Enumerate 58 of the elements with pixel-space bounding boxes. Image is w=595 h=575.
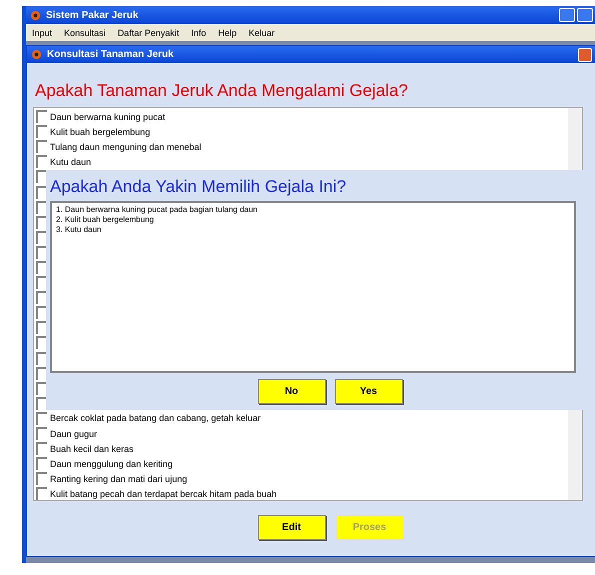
menu-item[interactable]: Daftar Penyakit bbox=[118, 28, 180, 38]
menu-item[interactable]: Info bbox=[191, 28, 206, 38]
checkbox[interactable] bbox=[36, 246, 47, 259]
checkbox[interactable] bbox=[36, 457, 47, 470]
dialog-button[interactable]: Yes bbox=[334, 379, 402, 404]
symptom-label: Bercak coklat pada batang dan cabang, getah keluar bbox=[50, 413, 261, 424]
checkbox[interactable] bbox=[36, 155, 47, 168]
checkbox[interactable] bbox=[36, 291, 47, 304]
symptom-label: Tulang daun menguning dan menebal bbox=[50, 142, 202, 152]
checkbox[interactable] bbox=[36, 260, 47, 274]
symptom-label: Kulit buah bergelembung bbox=[50, 126, 150, 137]
checkbox[interactable] bbox=[36, 366, 47, 380]
symptom-label: Daun menggulung dan keriting bbox=[50, 458, 173, 469]
minimize-button[interactable] bbox=[559, 8, 575, 22]
confirm-heading: Apakah Anda Yakin Memilih Gejala Ini? bbox=[49, 176, 348, 198]
app-icon bbox=[30, 10, 41, 20]
checkbox[interactable] bbox=[36, 200, 47, 214]
checkbox[interactable] bbox=[36, 412, 47, 425]
checkbox[interactable] bbox=[36, 186, 47, 199]
window-title: Sistem Pakar Jeruk bbox=[46, 10, 138, 20]
question-heading: Apakah Tanaman Jeruk Anda Mengalami Gejala? bbox=[34, 80, 409, 102]
checkbox[interactable] bbox=[36, 472, 47, 486]
menu-item[interactable]: Help bbox=[218, 28, 237, 38]
text-line: 3. Kutu daun bbox=[56, 225, 102, 235]
app-icon bbox=[31, 49, 42, 60]
checkbox[interactable] bbox=[36, 352, 47, 365]
checkbox[interactable] bbox=[36, 140, 47, 154]
checkbox[interactable] bbox=[36, 125, 47, 138]
menu-item[interactable]: Konsultasi bbox=[64, 28, 106, 38]
window-title: Konsultasi Tanaman Jeruk bbox=[47, 49, 174, 60]
dialog-button[interactable]: No bbox=[258, 379, 326, 404]
checkbox[interactable] bbox=[36, 442, 47, 456]
menu-item[interactable]: Input bbox=[32, 28, 52, 38]
checkbox[interactable] bbox=[36, 170, 47, 184]
text-line: 2. Kulit buah bergelembung bbox=[56, 215, 155, 225]
symptom-label: Daun gugur bbox=[50, 428, 98, 439]
checkbox[interactable] bbox=[36, 216, 47, 229]
checkbox[interactable] bbox=[36, 336, 47, 350]
checkbox[interactable] bbox=[36, 230, 47, 244]
checkbox[interactable] bbox=[36, 276, 47, 290]
text-line: 1. Daun berwarna kuning pucat pada bagian tulang daun bbox=[56, 205, 258, 215]
checkbox[interactable] bbox=[36, 427, 47, 440]
symptom-label: Kulit batang pecah dan terdapat bercak hitam pada buah bbox=[50, 488, 277, 499]
symptom-label: Buah kecil dan keras bbox=[50, 444, 134, 454]
close-button[interactable] bbox=[578, 48, 592, 62]
symptom-label: Ranting kering dan mati dari ujung bbox=[50, 474, 188, 484]
checkbox[interactable] bbox=[36, 321, 47, 334]
symptom-label: Daun berwarna kuning pucat bbox=[50, 112, 166, 122]
menu-item[interactable]: Keluar bbox=[248, 28, 275, 38]
selected-symptoms-field[interactable]: 1. Daun berwarna kuning pucat pada bagian tulang daun 2. Kulit buah bergelembung 3. Kutu daun bbox=[50, 201, 576, 373]
checkbox[interactable] bbox=[36, 382, 47, 395]
maximize-button[interactable] bbox=[577, 8, 593, 22]
symptom-label: Kutu daun bbox=[50, 156, 92, 167]
checkbox[interactable] bbox=[36, 306, 47, 320]
action-button[interactable]: Edit bbox=[258, 515, 326, 540]
checkbox[interactable] bbox=[36, 487, 47, 500]
checkbox[interactable] bbox=[36, 110, 47, 124]
checkbox[interactable] bbox=[36, 396, 47, 410]
